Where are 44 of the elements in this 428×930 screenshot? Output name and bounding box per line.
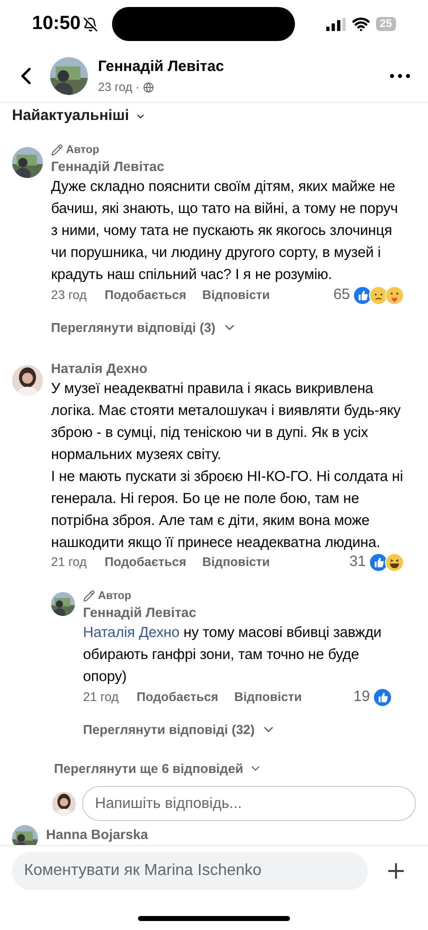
reply-link[interactable]: Відповісти [202,286,270,304]
comment-time: 23 год [51,286,87,304]
author-label: Автор [66,142,100,158]
emoji-icon [385,286,404,304]
commenter-name[interactable]: Геннадій Левітас [83,604,392,622]
pencil-icon [51,144,63,156]
comment-time: 21 год [51,554,87,572]
pencil-icon [83,590,95,602]
wifi-icon [352,15,370,33]
like-link[interactable]: Подобається [104,286,186,304]
emoji-icon [369,286,388,304]
mention-link[interactable]: Наталія Дехно [83,625,184,641]
like-icon [353,286,372,304]
comment-field[interactable]: Коментувати як Marina Ischenko [12,852,368,890]
like-icon [373,688,392,706]
reaction-count: 31 [349,552,366,572]
comment-text: У музеї неадекватні правила і якась викривлена логіка. Має стояти металошукач і виявляти будь-яку зброю - в сумці, під теніскою чи в дупі. Як в усіх нормальних музеях світу. І не мають пускати зі зброєю НІ-КО-ГО. Ні солдата ні генерала. Ні героя. Бо це не поле бою, там не потрібна зброя. Але там є діти, яким вона може нашкодити якщо її принесе неадекватна людина. [51,380,404,552]
like-icon [369,553,388,572]
commenter-name[interactable]: Геннадій Левітас [51,158,404,176]
view-replies-link[interactable]: Переглянути відповіді (32) [83,720,276,740]
reaction-count: 65 [333,284,350,305]
post-time: 23 год · [98,79,140,96]
reaction-count: 19 [353,686,370,707]
battery-icon: 25 [376,17,396,31]
comment-text: Дуже складно пояснити своїм дітям, яких майже не бачиш, які знають, що тато на війні, а тому не поруч з ними, чому тата не пускають як якогось злочинця чи порушника, чи людину другого сорту, в музей і крадуть наш спільний час? І я не розумію. [51,178,399,285]
like-link[interactable]: Подобається [104,553,186,572]
status-time: 10:50 [32,12,81,36]
sort-dropdown[interactable]: Найактуальніші [12,105,146,128]
comment-time: 21 год [83,688,119,706]
bell-off-icon [82,16,98,32]
like-link[interactable]: Подобається [136,688,218,706]
comment-text: Наталія Дехно ну тому масові вбивці завжди обирають ганфрі зони, там точно не буде опору) [83,624,382,687]
reply-link[interactable]: Відповісти [234,688,302,706]
author-label: Автор [98,588,132,604]
post-author-name[interactable]: Геннадій Левітас [98,56,224,78]
globe-icon [142,82,154,93]
reply-link[interactable]: Відповісти [202,553,270,572]
commenter-name[interactable]: Hanna Bojarska [46,825,148,845]
view-replies-link[interactable]: Переглянути відповіді (3) [51,318,237,338]
more-replies-link[interactable]: Переглянути ще 6 відповідей [54,758,262,778]
signal-icon [326,18,346,30]
commenter-name[interactable]: Наталія Дехно [51,360,404,378]
reply-field[interactable]: Напишіть відповідь... [82,786,416,821]
emoji-icon [385,553,404,572]
